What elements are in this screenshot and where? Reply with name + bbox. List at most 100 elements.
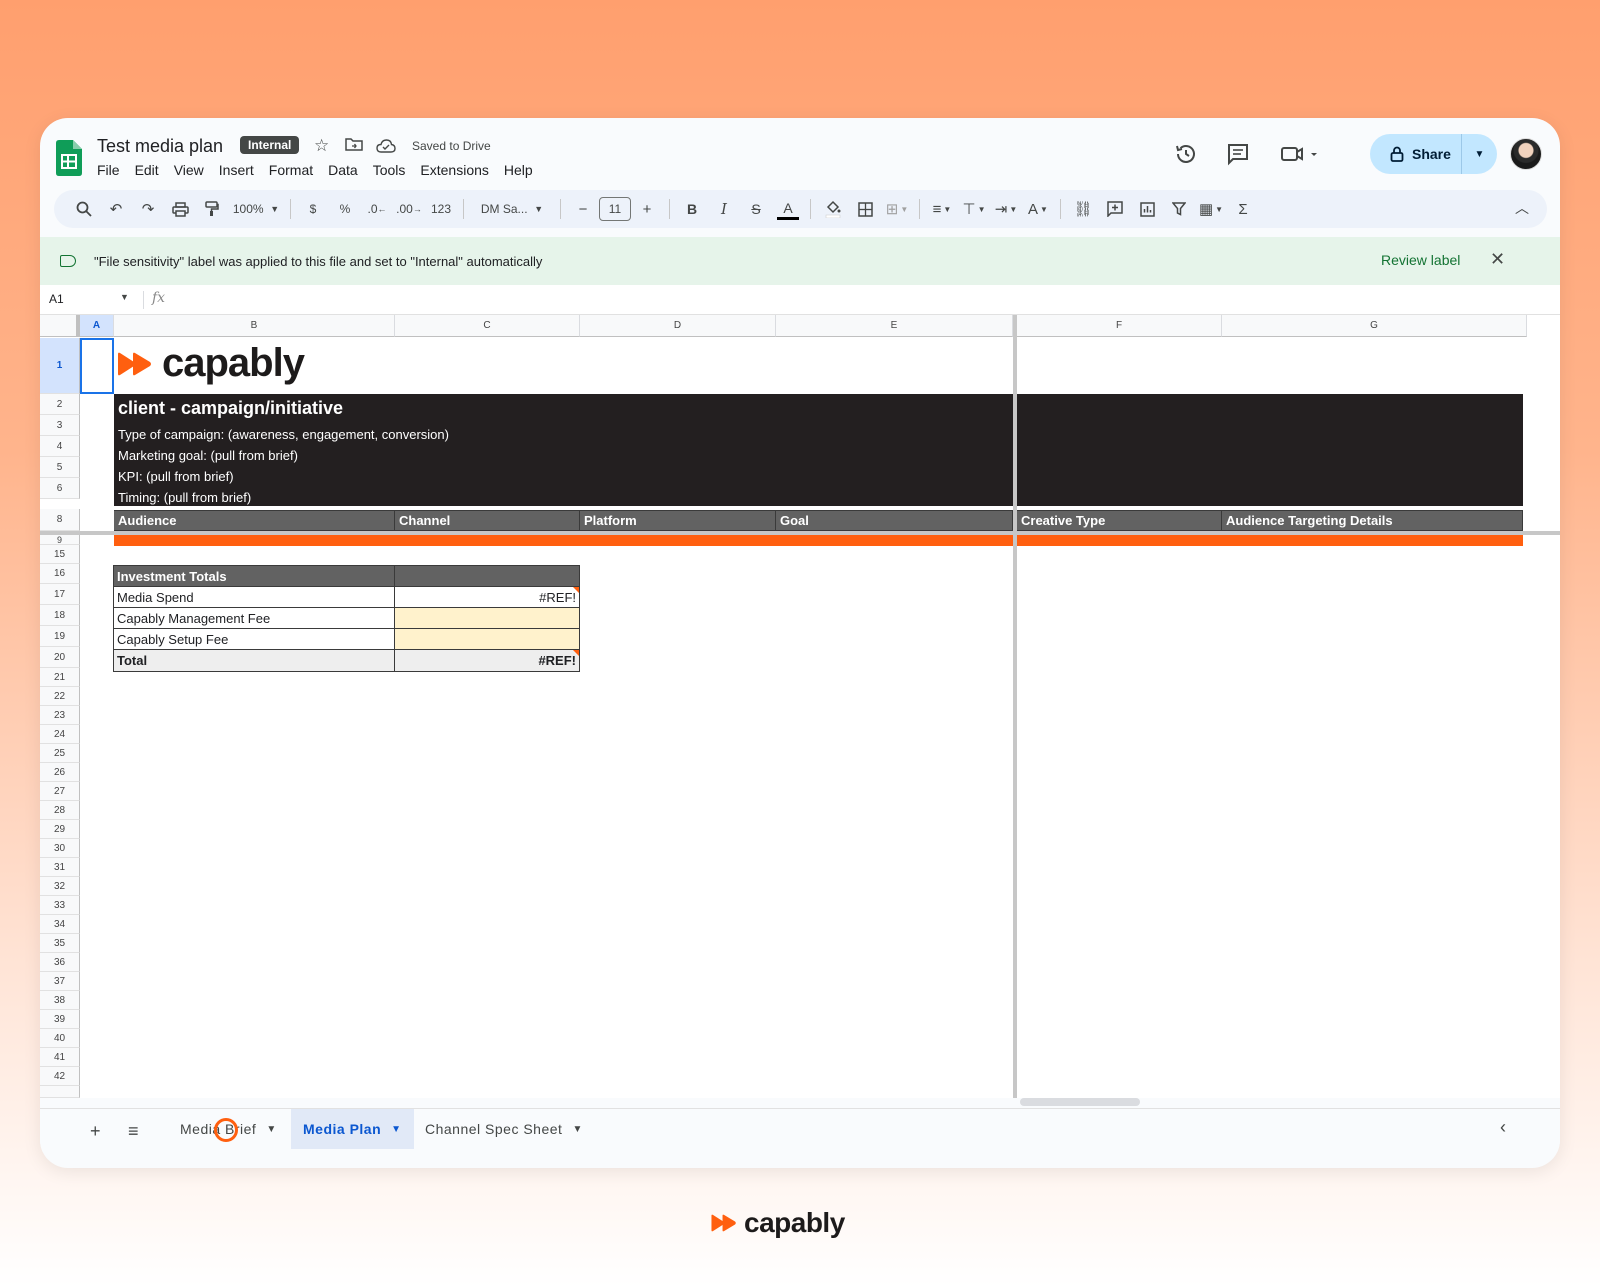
horizontal-scrollbar[interactable] [1020,1098,1140,1106]
merge-cells-icon[interactable]: ⊞ ▼ [881,195,913,223]
column-header-c[interactable]: C [395,315,580,337]
row-header[interactable]: 26 [40,763,80,782]
header-cell-channel[interactable]: Channel [395,510,580,531]
row-header[interactable]: 35 [40,934,80,953]
column-header-a[interactable]: A [80,315,114,337]
paint-format-icon[interactable] [196,195,228,223]
header-cell-goal[interactable]: Goal [776,510,1013,531]
row-header[interactable]: 31 [40,858,80,877]
row-header[interactable]: 24 [40,725,80,744]
column-header-g[interactable]: G [1222,315,1527,337]
row-header[interactable]: 4 [40,436,80,457]
move-folder-icon[interactable] [345,136,363,156]
tab-dropdown-icon[interactable]: ▼ [572,1124,582,1135]
kpi-line[interactable]: KPI: (pull from brief) [118,469,234,484]
currency-format-button[interactable]: $ [297,195,329,223]
share-dropdown-button[interactable]: ▼ [1462,149,1497,160]
row-header[interactable]: 33 [40,896,80,915]
row-header[interactable]: 22 [40,687,80,706]
row-header[interactable]: 17 [40,584,80,605]
menu-help[interactable]: Help [504,162,533,178]
row-header[interactable]: 30 [40,839,80,858]
select-all-corner[interactable] [40,315,80,337]
row-header[interactable]: 6 [40,478,80,499]
decrease-font-size-icon[interactable]: − [567,195,599,223]
column-header-e[interactable]: E [776,315,1013,337]
row-label[interactable]: Capably Management Fee [114,608,395,628]
comments-icon[interactable] [1226,142,1250,172]
row-header[interactable]: 41 [40,1048,80,1067]
column-header-f[interactable]: F [1017,315,1222,337]
star-icon[interactable]: ☆ [314,136,329,156]
timing-line[interactable]: Timing: (pull from brief) [118,490,251,505]
header-cell-platform[interactable]: Platform [580,510,776,531]
row-header[interactable]: 15 [40,545,80,564]
insert-comment-icon[interactable] [1099,195,1131,223]
percent-format-button[interactable]: % [329,195,361,223]
tab-media-plan[interactable]: Media Plan ▼ [291,1109,414,1149]
tab-dropdown-icon[interactable]: ▼ [391,1124,401,1135]
selected-cell-a1[interactable] [80,338,114,394]
close-icon[interactable]: ✕ [1490,249,1505,270]
marketing-goal-line[interactable]: Marketing goal: (pull from brief) [118,448,298,463]
row-header[interactable]: 9 [40,535,80,545]
all-sheets-icon[interactable]: ≡ [128,1121,139,1142]
row-header[interactable]: 2 [40,394,80,415]
row-header[interactable]: 32 [40,877,80,896]
insert-link-icon[interactable]: ⛓ [1067,195,1099,223]
menu-tools[interactable]: Tools [373,162,406,178]
text-wrapping-icon[interactable]: ⇥ ▼ [990,195,1022,223]
row-header[interactable]: 28 [40,801,80,820]
setup-fee-value[interactable] [395,629,579,649]
campaign-type-line[interactable]: Type of campaign: (awareness, engagement… [118,427,449,442]
borders-icon[interactable] [849,195,881,223]
row-header[interactable]: 37 [40,972,80,991]
fill-color-icon[interactable] [817,195,849,223]
chevron-left-icon[interactable]: ‹ [1500,1117,1506,1138]
undo-icon[interactable]: ↶ [100,195,132,223]
history-icon[interactable] [1174,142,1198,172]
increase-decimal-button[interactable]: .00 → [393,195,425,223]
total-value[interactable]: #REF! [395,650,579,671]
decrease-decimal-button[interactable]: .0 ← [361,195,393,223]
row-header[interactable]: 16 [40,564,80,584]
row-header[interactable]: 27 [40,782,80,801]
row-header[interactable]: 39 [40,1010,80,1029]
investment-header-blank[interactable] [395,566,579,586]
campaign-heading[interactable]: client - campaign/initiative [118,398,343,419]
menu-insert[interactable]: Insert [219,162,254,178]
row-header[interactable]: 36 [40,953,80,972]
media-spend-value[interactable]: #REF! [395,587,579,607]
row-header[interactable] [40,1086,80,1098]
number-format-button[interactable]: 123 [425,195,457,223]
filter-views-icon[interactable]: ▦ ▼ [1195,195,1227,223]
font-select[interactable]: DM Sa... ▼ [470,195,554,223]
redo-icon[interactable]: ↷ [132,195,164,223]
functions-button[interactable]: Σ [1227,195,1259,223]
menu-format[interactable]: Format [269,162,313,178]
row-header[interactable]: 34 [40,915,80,934]
tab-channel-spec-sheet[interactable]: Channel Spec Sheet ▼ [413,1109,595,1149]
video-call-icon[interactable] [1280,142,1320,172]
frozen-columns-divider[interactable] [1013,315,1017,1098]
increase-font-size-icon[interactable]: + [631,195,663,223]
row-header[interactable]: 42 [40,1067,80,1086]
row-header[interactable]: 25 [40,744,80,763]
spreadsheet-grid[interactable]: A B C D E F G 1 2 3 4 5 6 8 9 15 16 17 1… [40,315,1560,1098]
menu-extensions[interactable]: Extensions [420,162,488,178]
sensitivity-badge[interactable]: Internal [240,136,300,154]
header-cell-audience[interactable]: Audience [114,510,395,531]
row-header[interactable]: 21 [40,668,80,687]
name-box-dropdown-icon[interactable]: ▼ [120,292,129,302]
column-header-b[interactable]: B [114,315,395,337]
row-header[interactable]: 5 [40,457,80,478]
text-rotation-icon[interactable]: A ▼ [1022,195,1054,223]
account-avatar[interactable] [1510,138,1542,170]
row-header[interactable]: 23 [40,706,80,725]
add-sheet-icon[interactable]: + [90,1121,101,1142]
row-label[interactable]: Capably Setup Fee [114,629,395,649]
row-label[interactable]: Media Spend [114,587,395,607]
header-cell-creative-type[interactable]: Creative Type [1017,510,1222,531]
row-header[interactable]: 38 [40,991,80,1010]
bold-button[interactable]: B [676,195,708,223]
